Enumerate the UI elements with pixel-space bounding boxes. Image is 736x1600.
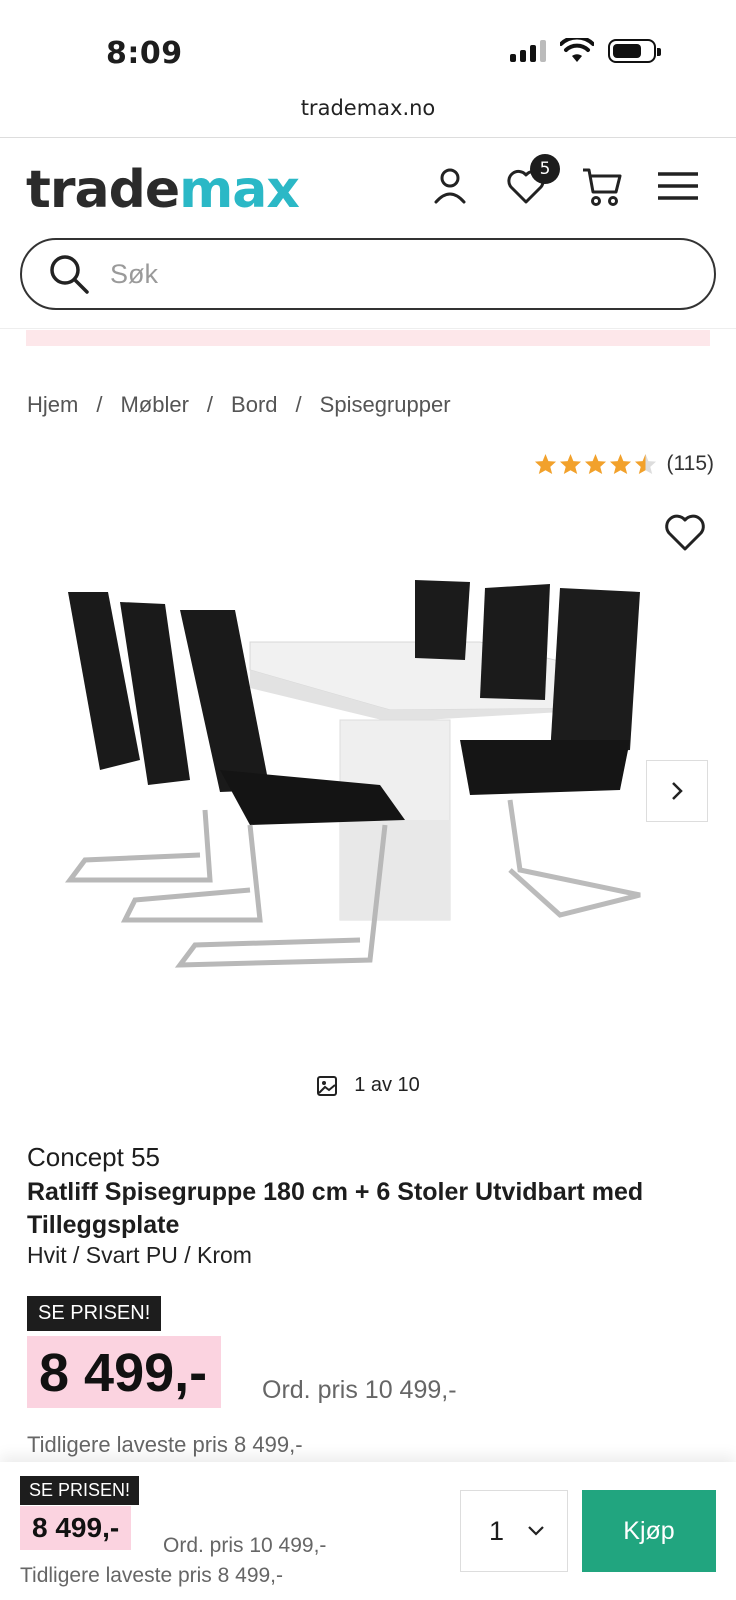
header-divider [0, 328, 736, 329]
breadcrumb: Hjem / Møbler / Bord / Spisegrupper [27, 392, 451, 418]
breadcrumb-separator: / [295, 392, 302, 417]
image-counter[interactable]: 1 av 10 [0, 1074, 736, 1097]
status-bar: 8:09 [0, 0, 736, 96]
user-icon [434, 168, 466, 204]
browser-url-bar[interactable]: trademax.no [0, 96, 736, 138]
breadcrumb-separator: / [96, 392, 103, 417]
rating-stars [534, 453, 657, 475]
product-image[interactable] [40, 570, 680, 1010]
price-promo-tag: SE PRISEN! [27, 1296, 162, 1331]
breadcrumb-separator: / [206, 392, 214, 417]
cellular-signal-icon [510, 40, 546, 62]
trademax-logo[interactable]: trademax [26, 160, 300, 220]
wishlist-button[interactable]: 5 [504, 154, 560, 208]
cart-button[interactable] [580, 164, 624, 208]
star-icon [559, 453, 581, 475]
sticky-price-promo-tag: SE PRISEN! [20, 1476, 140, 1505]
site-header: trademax 5 [0, 140, 736, 232]
breadcrumb-home[interactable]: Hjem [27, 392, 78, 418]
quantity-value: 1 [489, 1515, 505, 1546]
status-time: 8:09 [106, 36, 183, 71]
heart-icon [665, 514, 705, 551]
search-input[interactable] [110, 258, 670, 290]
next-image-button[interactable] [646, 760, 708, 822]
wishlist-count-badge: 5 [530, 154, 560, 184]
menu-button[interactable] [656, 164, 700, 208]
account-button[interactable] [428, 164, 472, 208]
star-icon [609, 453, 631, 475]
sticky-price: 8 499,- [20, 1506, 132, 1550]
search-bar[interactable] [20, 238, 716, 310]
sticky-buy-bar: SE PRISEN! 8 499,- Ord. pris 10 499,- Ti… [0, 1462, 736, 1600]
logo-text-trade: trade [26, 160, 180, 220]
header-icons: 5 [428, 154, 700, 208]
product-title: Ratliff Spisegruppe 180 cm + 6 Stoler Ut… [27, 1178, 644, 1239]
search-icon [50, 255, 89, 294]
previous-lowest-price: Tidligere laveste pris 8 499,- [27, 1432, 303, 1457]
cart-icon [583, 168, 622, 206]
half-star-icon [634, 453, 656, 475]
image-counter-text: 1 av 10 [354, 1074, 420, 1096]
chevron-right-icon [672, 782, 683, 800]
logo-text-max: max [179, 160, 300, 220]
wifi-icon [560, 38, 594, 62]
battery-icon [608, 39, 661, 63]
add-to-wishlist-button[interactable] [662, 510, 708, 554]
star-icon [534, 453, 556, 475]
rating-count[interactable]: (115) [667, 452, 714, 476]
ordinary-price: Ord. pris 10 499,- [262, 1376, 457, 1404]
sticky-ordinary-price: Ord. pris 10 499,- [163, 1534, 327, 1557]
buy-button[interactable]: Kjøp [582, 1490, 716, 1572]
promo-banner-strip[interactable] [26, 330, 710, 346]
status-icons [510, 38, 661, 64]
sticky-previous-lowest-price: Tidligere laveste pris 8 499,- [20, 1564, 284, 1587]
product-rating[interactable]: (115) [534, 452, 714, 476]
breadcrumb-spisegrupper[interactable]: Spisegrupper [320, 392, 451, 418]
breadcrumb-mobler[interactable]: Møbler [120, 392, 188, 418]
hamburger-menu-icon [658, 172, 698, 200]
image-icon [317, 1075, 338, 1096]
product-brand[interactable]: Concept 55 [27, 1142, 160, 1173]
breadcrumb-bord[interactable]: Bord [231, 392, 277, 418]
product-price: 8 499,- [27, 1336, 222, 1408]
star-icon [584, 453, 606, 475]
url-text: trademax.no [300, 96, 436, 120]
product-variant: Hvit / Svart PU / Krom [27, 1242, 252, 1268]
quantity-select[interactable]: 1 [460, 1490, 568, 1572]
chevron-down-icon [528, 1526, 544, 1536]
